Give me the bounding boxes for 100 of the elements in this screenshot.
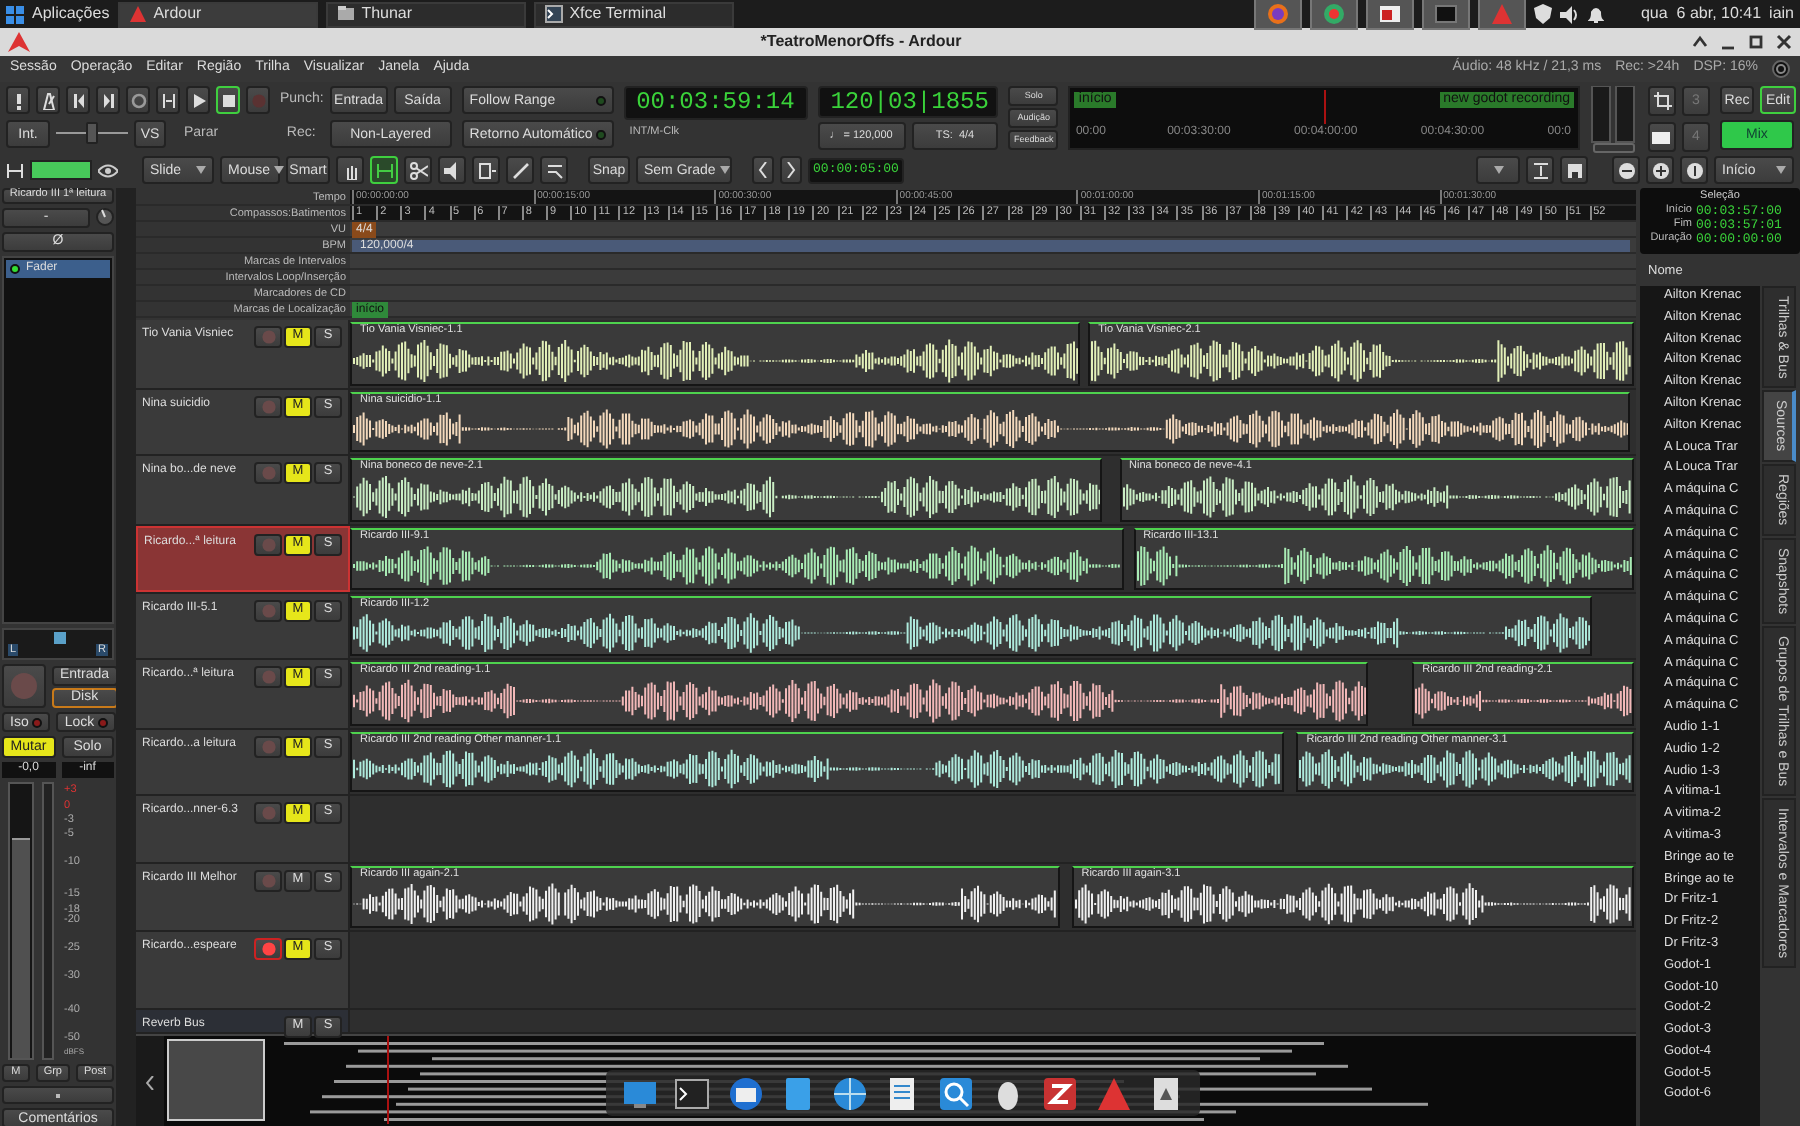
save-button[interactable]: [1560, 156, 1588, 184]
apps-menu-icon[interactable]: [6, 5, 24, 23]
app-logo-icon: [8, 32, 30, 52]
tool-button[interactable]: [506, 156, 534, 184]
scissors-icon: [409, 161, 427, 179]
to-end-button[interactable]: [96, 86, 120, 114]
battery-icon: [1652, 131, 1672, 143]
window-title: *TeatroMenorOffs - Ardour: [760, 32, 962, 52]
tool-button[interactable]: [438, 156, 466, 184]
apps-menu[interactable]: Aplicações: [32, 4, 110, 24]
record-icon: [249, 91, 267, 109]
metronome-icon: [39, 91, 57, 109]
window-icon[interactable]: [1434, 2, 1459, 26]
taskbar-button[interactable]: Thunar: [325, 1, 526, 27]
play-range-button[interactable]: [156, 86, 180, 114]
caret-icon: [1776, 166, 1786, 174]
crop-button[interactable]: [1648, 86, 1676, 116]
slider-thumb[interactable]: [86, 122, 98, 144]
tool-button[interactable]: [404, 156, 432, 184]
zoom-in-button[interactable]: [1646, 156, 1674, 184]
user-name[interactable]: iain: [1769, 4, 1794, 24]
previous-button[interactable]: [752, 156, 774, 184]
pencil-icon: [511, 161, 529, 179]
shield-icon[interactable]: [1534, 4, 1553, 24]
record-icon: [261, 670, 275, 684]
stop-icon: [219, 91, 237, 109]
record-icon: [261, 466, 275, 480]
triangle-icon: [127, 4, 148, 24]
primary-clock[interactable]: 00:03:59:14: [623, 86, 808, 120]
clock[interactable]: qua 6 abr, 10:41: [1640, 4, 1762, 24]
led-indicator: [98, 717, 109, 728]
led-indicator: [595, 95, 606, 105]
letter-icon[interactable]: [1042, 1075, 1079, 1111]
led-indicator: [10, 263, 20, 274]
tool-button[interactable]: [472, 156, 500, 184]
speaker-icon: [443, 161, 461, 179]
circle-icon: [129, 91, 147, 109]
record-icon: [261, 400, 275, 414]
tool-button[interactable]: [540, 156, 568, 184]
battery-button[interactable]: [1648, 122, 1676, 152]
to-start-button[interactable]: [66, 86, 90, 114]
taskbar-button[interactable]: Ardour: [117, 1, 318, 27]
stretch-icon: [477, 161, 495, 179]
record-icon: [261, 538, 275, 552]
skip-start-icon: [69, 91, 87, 109]
caret-icon: [719, 166, 730, 174]
eye-icon[interactable]: [98, 163, 118, 177]
speaker-icon[interactable]: [1560, 5, 1581, 23]
mail-icon[interactable]: [727, 1075, 764, 1111]
window-icon[interactable]: [1378, 2, 1403, 26]
maximize-icon[interactable]: [1748, 34, 1765, 50]
record-arm-button[interactable]: [254, 938, 282, 960]
playhead-line: [1324, 90, 1327, 124]
edit-points-icon: [545, 161, 563, 179]
zoom-out-icon: [1617, 161, 1635, 179]
next-button[interactable]: [780, 156, 802, 184]
metronome-button[interactable]: [36, 86, 60, 114]
terminal-icon[interactable]: [674, 1075, 711, 1111]
record-icon: [261, 330, 275, 344]
zoom-session-icon: [1685, 161, 1703, 179]
crop-icon: [1653, 92, 1671, 110]
play-button[interactable]: [186, 86, 210, 114]
play-icon: [189, 91, 207, 109]
trim-knob[interactable]: [96, 208, 114, 227]
record-icon: [261, 806, 275, 820]
record-icon: [261, 874, 275, 888]
caret-icon: [1493, 166, 1503, 174]
collapse-icon[interactable]: [1692, 34, 1709, 50]
tool-button[interactable]: [336, 156, 364, 184]
caret-icon: [196, 166, 206, 174]
taskbar-button[interactable]: Xfce Terminal: [533, 1, 734, 27]
triangle-icon[interactable]: [1095, 1075, 1132, 1111]
terminal-icon: [543, 4, 564, 24]
track-color-bar[interactable]: [30, 160, 92, 180]
floppy-icon: [1565, 161, 1583, 179]
width-icon[interactable]: [6, 161, 24, 179]
fader-track[interactable]: [8, 781, 34, 1061]
close-icon[interactable]: [1776, 34, 1793, 50]
zoom-in-icon: [1651, 161, 1669, 179]
chevron-right-icon: [786, 162, 796, 178]
zoom-out-button[interactable]: [1612, 156, 1640, 184]
loop-button[interactable]: [126, 86, 150, 114]
fit-icon: [1531, 161, 1549, 179]
bbt-clock[interactable]: 120|03|1855: [817, 86, 999, 119]
bell-icon[interactable]: [1588, 5, 1605, 23]
led-indicator: [32, 717, 43, 728]
skip-end-icon: [99, 91, 117, 109]
record-icon: [261, 604, 275, 618]
panic-button[interactable]: [6, 86, 30, 114]
speed-slider-track[interactable]: [56, 122, 128, 146]
zoom-session-button[interactable]: [1680, 156, 1708, 184]
fit-button[interactable]: [1526, 156, 1554, 184]
record-icon: [10, 672, 38, 701]
range-icon: [159, 91, 177, 109]
zoom-dropdown[interactable]: [1476, 156, 1520, 184]
stop-button[interactable]: [216, 86, 240, 114]
led-indicator: [596, 129, 606, 139]
caret-icon: [274, 166, 285, 174]
folder-icon: [335, 4, 356, 24]
magnifier-icon[interactable]: [937, 1075, 974, 1111]
